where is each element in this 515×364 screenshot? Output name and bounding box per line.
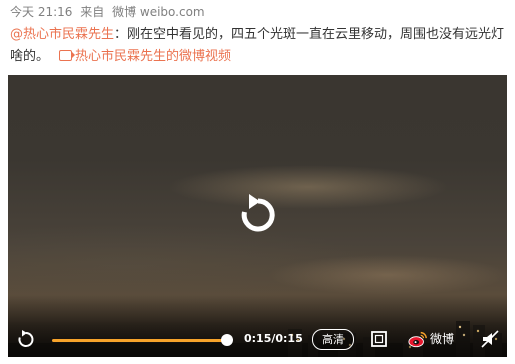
video-link-label: 热心市民霖先生的微博视频 [75,49,232,64]
fullscreen-icon[interactable] [370,330,388,348]
brand-label: 微博 [430,332,455,346]
post-source[interactable]: 微博 weibo.com [112,5,205,19]
mute-icon[interactable] [480,329,500,349]
user-mention-link[interactable]: @热心市民霖先生 [10,27,114,42]
replay-icon[interactable] [236,193,280,237]
video-icon [59,50,76,61]
time-display: 0:15/0:15 [244,332,303,345]
source-prefix: 来自 [80,5,105,19]
video-player[interactable]: 0:15/0:15 高清 微博 [8,75,507,357]
player-controls: 0:15/0:15 高清 微博 [8,321,507,357]
post-time[interactable]: 今天 21:16 [10,5,72,19]
post-meta: 今天 21:16 来自 微博 weibo.com [10,2,209,22]
weibo-brand[interactable]: 微博 [408,327,470,351]
weibo-logo-icon [408,331,427,348]
video-link[interactable]: 热心市民霖先生的微博视频 [59,49,231,64]
progress-handle[interactable] [221,334,233,346]
progress-bar[interactable] [52,339,230,342]
quality-button[interactable]: 高清 [312,329,354,350]
post-text: @热心市民霖先生：刚在空中看见的，四五个光斑一直在云里移动，周围也没有远光灯啥的… [10,24,510,68]
replay-icon[interactable] [16,329,36,349]
